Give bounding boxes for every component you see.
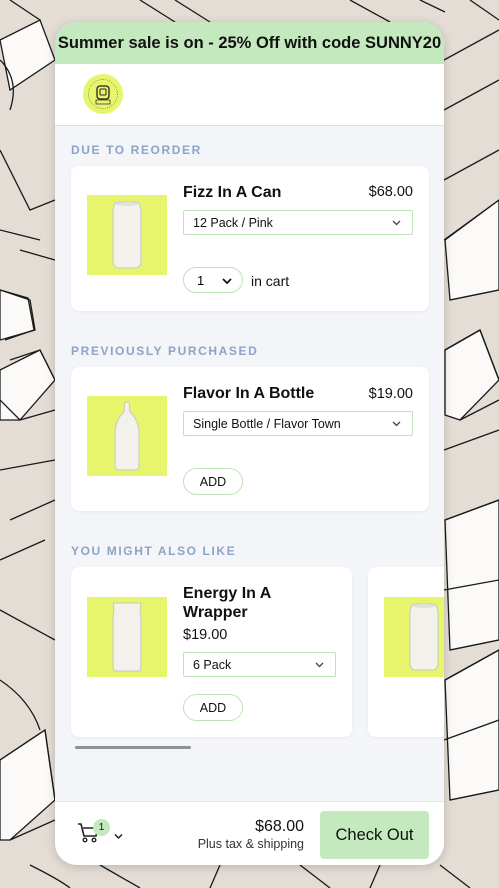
product-price: $19.00 <box>183 627 228 643</box>
product-title[interactable]: Fizz In A Can <box>183 183 281 202</box>
purchased-product-card: Flavor In A Bottle $19.00 Single Bottle … <box>71 367 429 511</box>
store-logo[interactable] <box>83 74 123 114</box>
add-button[interactable]: ADD <box>183 468 243 495</box>
cart-total: $68.00 <box>255 818 304 835</box>
add-button[interactable]: ADD <box>183 694 243 721</box>
cart-count-badge: 1 <box>93 819 110 836</box>
cart-footer: 1 $68.00 Plus tax & shipping Check Out <box>55 801 444 865</box>
chevron-down-icon <box>392 220 401 226</box>
product-title[interactable]: Flavor In A Bottle <box>183 384 314 403</box>
reorder-product-card: Fizz In A Can $68.00 12 Pack / Pink 1 in… <box>71 166 429 311</box>
section-title-reorder: DUE TO REORDER <box>71 143 202 157</box>
variant-select[interactable]: Single Bottle / Flavor Town <box>183 411 413 436</box>
suggested-product-card: Energy In A Wrapper $19.00 6 Pack ADD <box>71 567 352 737</box>
product-price: $19.00 <box>368 386 413 402</box>
variant-select-value: Single Bottle / Flavor Town <box>193 416 341 431</box>
quantity-select[interactable]: 1 <box>183 267 243 293</box>
variant-select[interactable]: 12 Pack / Pink <box>183 210 413 235</box>
cart-total-note: Plus tax & shipping <box>197 837 304 851</box>
chevron-down-icon <box>392 421 401 427</box>
product-image[interactable] <box>87 195 167 275</box>
can-icon <box>112 201 142 269</box>
chevron-down-icon[interactable] <box>114 833 123 840</box>
store-logo-mark <box>84 75 122 113</box>
product-price: $68.00 <box>368 184 413 200</box>
quantity-value: 1 <box>197 272 205 288</box>
mobile-app-frame: Summer sale is on - 25% Off with code SU… <box>55 22 444 865</box>
product-image[interactable] <box>87 396 167 476</box>
variant-select-value: 6 Pack <box>193 657 232 672</box>
product-title[interactable]: Energy In A Wrapper <box>183 584 293 622</box>
promo-banner: Summer sale is on - 25% Off with code SU… <box>55 22 444 64</box>
bottle-icon <box>114 401 140 471</box>
variant-select-value: 12 Pack / Pink <box>193 215 273 230</box>
section-title-suggested: YOU MIGHT ALSO LIKE <box>71 544 237 558</box>
wrapper-icon <box>112 602 142 672</box>
carousel-scrollbar[interactable] <box>75 746 191 749</box>
chevron-down-icon <box>222 278 232 285</box>
can-icon <box>409 603 439 671</box>
checkout-button[interactable]: Check Out <box>320 811 429 859</box>
chevron-down-icon <box>315 662 324 668</box>
variant-select[interactable]: 6 Pack <box>183 652 336 677</box>
in-cart-label: in cart <box>251 273 290 289</box>
product-image[interactable] <box>87 597 167 677</box>
suggested-product-card-partial[interactable] <box>368 567 444 737</box>
header <box>55 64 444 126</box>
section-title-purchased: PREVIOUSLY PURCHASED <box>71 344 259 358</box>
product-image[interactable] <box>384 597 444 677</box>
